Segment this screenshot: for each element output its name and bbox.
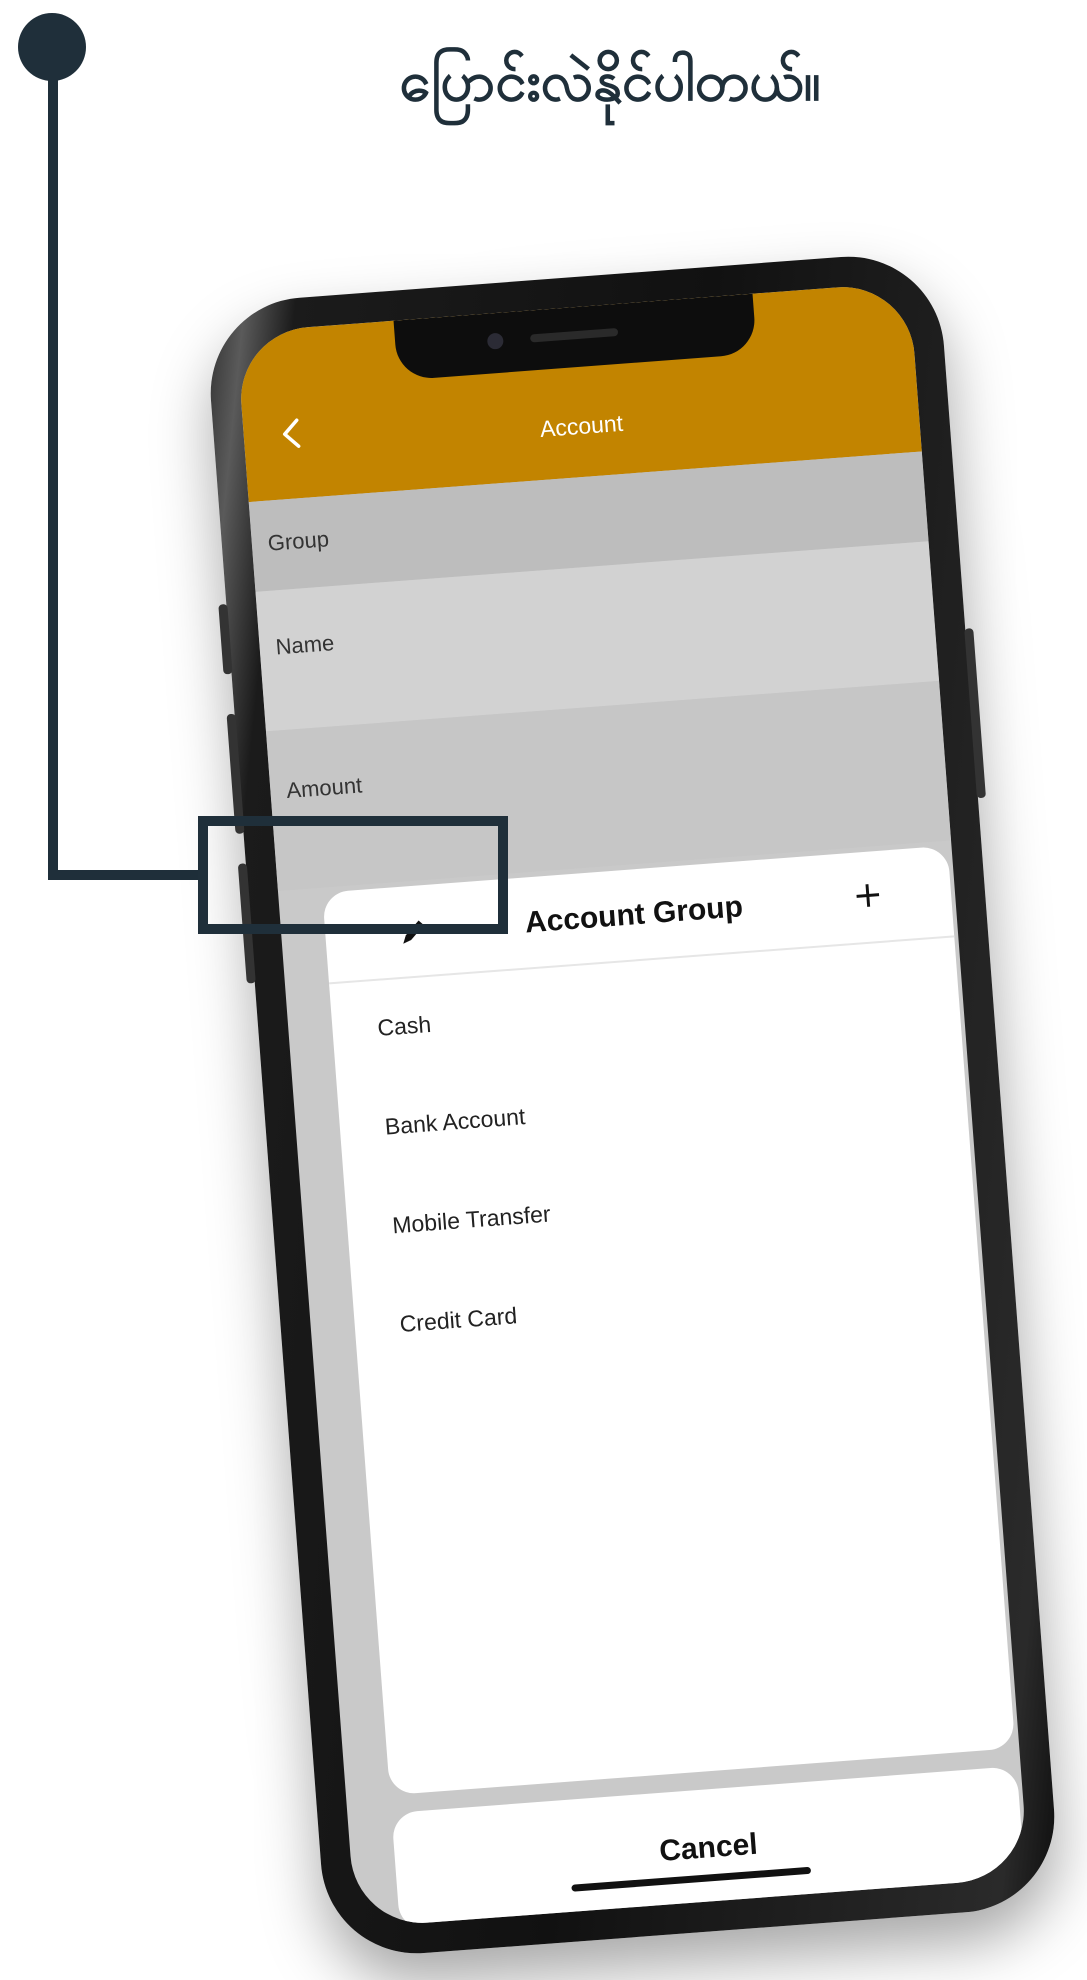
account-group-list: Cash Bank Account Mobile Transfer Credit… <box>329 935 984 1377</box>
callout-line <box>48 60 58 880</box>
phone-screen: Account Group Name Amount Account Group … <box>235 281 1030 1929</box>
amount-label: Amount <box>285 772 364 804</box>
group-label: Group <box>266 526 330 556</box>
name-label: Name <box>274 630 336 660</box>
camera-icon <box>486 332 504 350</box>
phone-mockup: Account Group Name Amount Account Group … <box>203 249 1062 1961</box>
caption-text: ပြောင်းလဲနိုင်ပါတယ်။ <box>399 49 821 114</box>
plus-icon[interactable]: + <box>851 874 884 917</box>
callout-highlight-box <box>198 816 508 934</box>
speaker-icon <box>529 327 618 343</box>
page-title: Account <box>539 409 624 442</box>
sheet-title: Account Group <box>523 890 745 940</box>
callout-line-horizontal <box>48 870 200 880</box>
account-group-sheet: Account Group + Cash Bank Account Mobile… <box>322 845 1016 1796</box>
